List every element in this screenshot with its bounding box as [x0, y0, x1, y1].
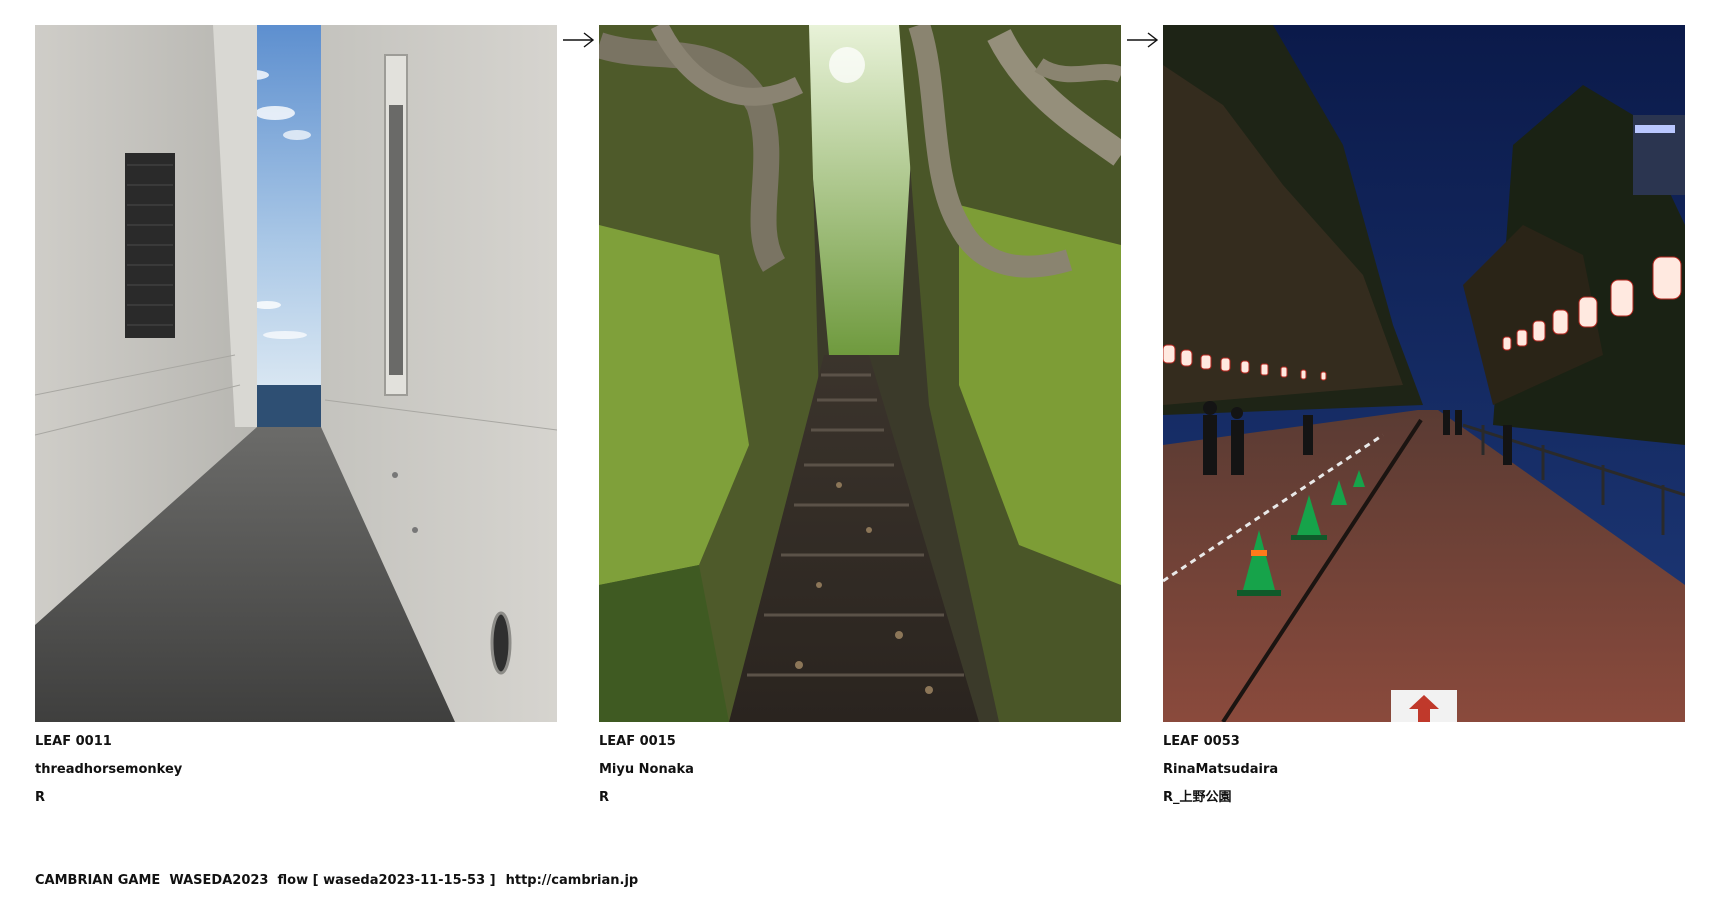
leaf-id: LEAF 0053	[1163, 734, 1240, 749]
leaf-tag: R	[599, 790, 610, 805]
leaf-author[interactable]: Miyu Nonaka	[599, 762, 1121, 777]
leaf-photo[interactable]	[1163, 25, 1685, 722]
right-arrow-icon	[1127, 32, 1159, 48]
leaf-card[interactable]: LEAF 0015 Miyu Nonaka R	[599, 25, 1121, 805]
leaf-photo[interactable]	[599, 25, 1121, 722]
leaf-id: LEAF 0011	[35, 734, 112, 749]
footer-url-link[interactable]: http://cambrian.jp	[506, 873, 639, 888]
leaf-author[interactable]: threadhorsemonkey	[35, 762, 557, 777]
stairway-photo	[599, 25, 1121, 722]
right-arrow-icon	[563, 32, 595, 48]
leaf-author[interactable]: RinaMatsudaira	[1163, 762, 1685, 777]
leaf-card[interactable]: LEAF 0011 threadhorsemonkey R	[35, 25, 557, 805]
footer: CAMBRIAN GAME WASEDA2023 flow [ waseda20…	[35, 873, 638, 888]
lantern-path-photo	[1163, 25, 1685, 722]
leaf-tag: R_上野公園	[1163, 790, 1232, 805]
leaf-photo[interactable]	[35, 25, 557, 722]
leaf-flow: LEAF 0011 threadhorsemonkey R LEAF 0015 …	[0, 0, 1709, 830]
leaf-card[interactable]: LEAF 0053 RinaMatsudaira R_上野公園	[1163, 25, 1685, 805]
leaf-id: LEAF 0015	[599, 734, 676, 749]
alley-photo	[35, 25, 557, 722]
leaf-tag: R	[35, 790, 46, 805]
footer-project-info: CAMBRIAN GAME WASEDA2023 flow [ waseda20…	[35, 873, 496, 888]
